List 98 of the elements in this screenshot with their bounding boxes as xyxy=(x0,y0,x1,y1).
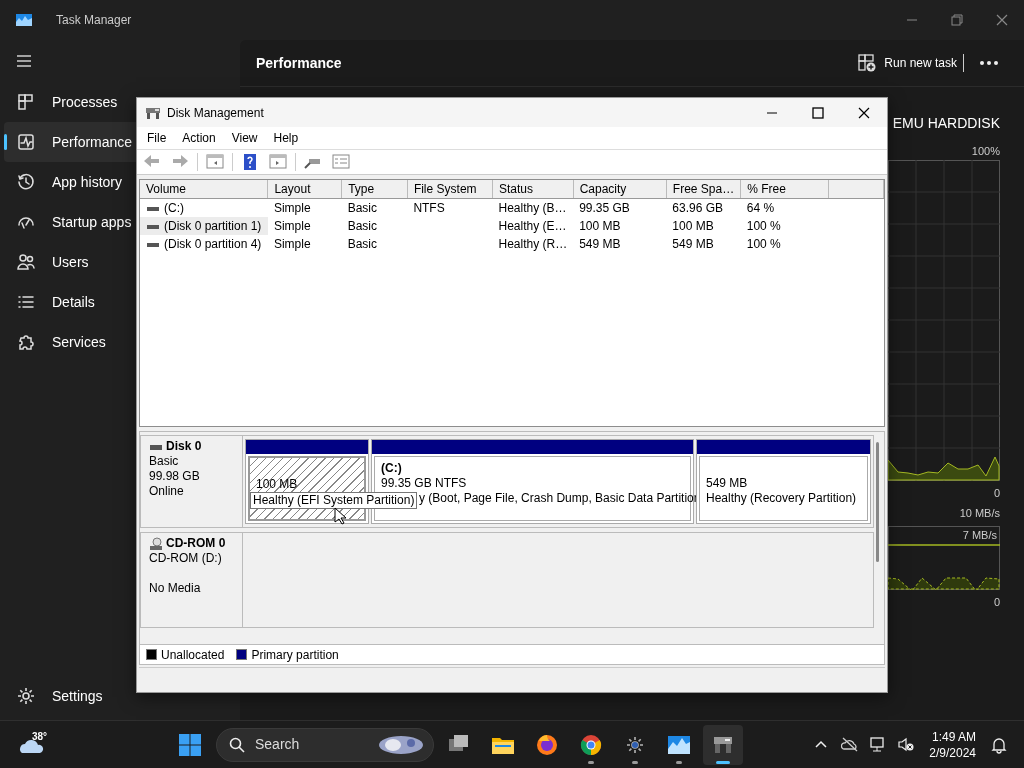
taskbar-app[interactable] xyxy=(703,724,743,765)
restore-icon xyxy=(949,13,964,27)
minimize-icon xyxy=(767,111,777,114)
nav-item[interactable]: Details xyxy=(4,282,236,322)
table-cell[interactable]: (C:) xyxy=(140,198,268,217)
table-cell: 99.35 GB xyxy=(573,198,667,217)
column-header[interactable]: File System xyxy=(407,180,493,199)
search-icon xyxy=(229,736,245,753)
table-cell-text: Basic xyxy=(346,236,378,253)
panel-icon xyxy=(206,153,224,171)
axis-label: 0 xyxy=(993,485,1000,501)
mute-icon xyxy=(897,735,916,754)
menu-item[interactable]: File xyxy=(139,129,175,147)
search-field[interactable]: Search xyxy=(216,727,434,762)
settings-button[interactable]: Settings xyxy=(4,676,236,716)
partition[interactable]: 549 MB Healthy (Recovery Partition) xyxy=(696,439,871,524)
cursor-icon xyxy=(334,506,346,525)
column-header[interactable]: % Free xyxy=(740,180,829,199)
tooltip: Healthy (EFI System Partition) xyxy=(250,492,418,509)
disk-name: CD-ROM 0 xyxy=(166,536,226,551)
table-cell-text: Healthy (E… xyxy=(497,218,568,235)
column-header[interactable]: Status xyxy=(492,180,574,199)
partition-size: 549 MB xyxy=(706,476,748,491)
add-task-icon xyxy=(858,54,877,72)
column-header[interactable]: Layout xyxy=(267,180,342,199)
table-cell: Simple xyxy=(267,198,342,217)
table-cell[interactable]: (Disk 0 partition 4) xyxy=(140,235,268,253)
maximize-icon xyxy=(811,105,825,120)
close-icon xyxy=(994,13,1009,27)
disk-type: CD-ROM (D:) xyxy=(149,551,222,566)
table-cell-text: Basic xyxy=(346,218,378,235)
column-header[interactable]: Capacity xyxy=(573,180,667,199)
page-title: Performance xyxy=(256,53,342,73)
table-cell-text: 100 MB xyxy=(671,218,715,235)
menu-item[interactable]: Action xyxy=(174,129,224,147)
table-cell: Simple xyxy=(267,235,342,253)
nav-item[interactable]: Services xyxy=(4,322,236,362)
puzzle-icon xyxy=(16,332,36,352)
run-task-button[interactable]: Run new task xyxy=(852,50,963,76)
settings-icon xyxy=(16,686,36,706)
disk-name: EMU HARDDISK xyxy=(892,114,1000,133)
partition-label: (C:) xyxy=(381,461,402,476)
table-cell-text: Healthy (R… xyxy=(497,236,569,253)
window-title: Task Manager xyxy=(56,12,132,29)
legend-label: Primary partition xyxy=(251,646,339,664)
table-cell-text: 100 % xyxy=(745,218,782,235)
table-cell: NTFS xyxy=(407,198,493,217)
axis-label: 0 xyxy=(993,594,1000,610)
app-logo-icon xyxy=(16,14,32,26)
axis-label: 100% xyxy=(971,144,1000,159)
clock-button[interactable]: 1:49 AM 2/9/2024 xyxy=(923,728,982,761)
disk-size: 99.98 GB xyxy=(149,469,200,484)
table-cell-text: 549 MB xyxy=(671,236,715,253)
grid-icon xyxy=(16,92,36,112)
table-cell: Simple xyxy=(267,217,342,235)
table-cell-text: 549 MB xyxy=(578,236,622,253)
table-cell: 63.96 GB xyxy=(666,198,741,217)
help-icon xyxy=(241,153,259,171)
cd-drive-icon xyxy=(149,536,163,551)
cloud-off-icon xyxy=(841,735,860,754)
menu-icon xyxy=(16,54,32,68)
window-title: Disk Management xyxy=(167,104,264,122)
partition-size: 99.35 GB NTFS xyxy=(381,476,467,491)
table-cell: 64 % xyxy=(740,198,829,217)
bell-icon xyxy=(990,735,1008,754)
temperature: 38° xyxy=(32,729,48,744)
column-header[interactable]: Free Spa… xyxy=(666,180,741,199)
axis-label: 7 MB/s xyxy=(962,527,997,543)
checklist-icon xyxy=(332,153,350,171)
axis-label: 10 MB/s xyxy=(959,506,1000,521)
partition-size: 100 MB xyxy=(256,477,298,492)
more-icon xyxy=(980,60,998,66)
table-cell-text: 100 MB xyxy=(578,218,622,235)
menu-item[interactable]: Help xyxy=(265,129,307,147)
legend-label: Unallocated xyxy=(161,646,225,664)
table-cell: Healthy (B… xyxy=(492,198,574,217)
search-placeholder: Search xyxy=(255,735,301,754)
close-icon xyxy=(857,105,871,120)
disk-state: Online xyxy=(149,484,184,499)
table-cell-text: 100 % xyxy=(745,236,782,253)
browser-icon xyxy=(579,732,603,757)
clock-icon xyxy=(16,172,36,192)
users-icon xyxy=(16,252,36,272)
column-header[interactable]: Volume xyxy=(140,180,268,199)
minimize-icon xyxy=(906,19,917,21)
disk-type: Basic xyxy=(149,454,179,469)
table-cell: Basic xyxy=(341,198,408,217)
disk-state: No Media xyxy=(149,581,201,596)
panel-icon xyxy=(269,153,287,171)
windows-logo-icon xyxy=(178,732,202,757)
column-header[interactable]: Type xyxy=(341,180,408,199)
table-cell[interactable]: (Disk 0 partition 1) xyxy=(140,217,268,235)
disk-name: Disk 0 xyxy=(166,439,202,454)
browser-icon xyxy=(535,732,559,757)
partition-status: Healthy (Recovery Partition) xyxy=(706,491,857,506)
pulse-icon xyxy=(16,132,36,152)
disk-drive-icon xyxy=(145,105,161,120)
scrollbar[interactable] xyxy=(876,442,879,562)
